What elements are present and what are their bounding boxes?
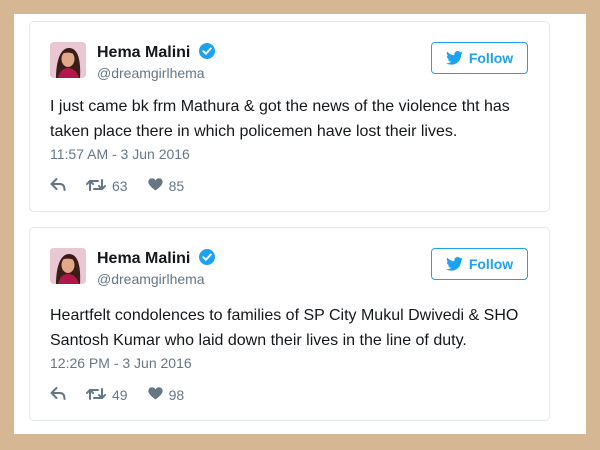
user-handle[interactable]: @dreamgirlhema bbox=[97, 65, 205, 81]
retweet-button[interactable]: 63 bbox=[86, 178, 128, 195]
verified-icon bbox=[198, 249, 215, 270]
reply-icon bbox=[50, 178, 66, 194]
like-count: 85 bbox=[168, 178, 185, 194]
follow-button[interactable]: Follow bbox=[431, 42, 528, 74]
reply-icon bbox=[50, 387, 66, 403]
tweet-actions: 49 98 bbox=[50, 386, 184, 404]
display-name-text[interactable]: Hema Malini bbox=[97, 250, 190, 267]
like-button[interactable]: 98 bbox=[147, 387, 185, 403]
user-handle[interactable]: @dreamgirlhema bbox=[97, 271, 205, 287]
display-name[interactable]: Hema Malini bbox=[97, 249, 215, 270]
follow-button[interactable]: Follow bbox=[431, 248, 528, 280]
avatar[interactable] bbox=[50, 42, 86, 78]
follow-label: Follow bbox=[468, 50, 514, 66]
tweet-card: Hema Malini @dreamgirlhema Follow Heartf… bbox=[29, 227, 550, 421]
retweet-count: 63 bbox=[112, 178, 128, 194]
tweet-timestamp[interactable]: 11:57 AM - 3 Jun 2016 bbox=[50, 146, 190, 162]
tweet-actions: 63 85 bbox=[50, 177, 184, 195]
twitter-bird-icon bbox=[445, 257, 463, 271]
display-name[interactable]: Hema Malini bbox=[97, 43, 215, 64]
tweet-text: I just came bk frm Mathura & got the new… bbox=[50, 98, 510, 140]
avatar[interactable] bbox=[50, 248, 86, 284]
retweet-icon bbox=[86, 387, 106, 404]
like-button[interactable]: 85 bbox=[147, 178, 185, 194]
like-icon bbox=[147, 178, 163, 194]
tweet-panel: Hema Malini @dreamgirlhema Follow I just… bbox=[14, 14, 586, 434]
reply-button[interactable] bbox=[50, 178, 66, 194]
display-name-text[interactable]: Hema Malini bbox=[97, 44, 190, 61]
like-count: 98 bbox=[168, 387, 185, 403]
reply-button[interactable] bbox=[50, 387, 66, 403]
twitter-bird-icon bbox=[445, 51, 463, 65]
verified-icon bbox=[198, 43, 215, 64]
tweet-timestamp[interactable]: 12:26 PM - 3 Jun 2016 bbox=[50, 355, 192, 371]
tweet-card: Hema Malini @dreamgirlhema Follow I just… bbox=[29, 21, 550, 212]
retweet-count: 49 bbox=[112, 387, 128, 403]
like-icon bbox=[147, 387, 163, 403]
retweet-button[interactable]: 49 bbox=[86, 387, 128, 404]
retweet-icon bbox=[86, 178, 106, 195]
tweet-text: Heartfelt condolences to families of SP … bbox=[50, 307, 519, 349]
follow-label: Follow bbox=[468, 256, 514, 272]
